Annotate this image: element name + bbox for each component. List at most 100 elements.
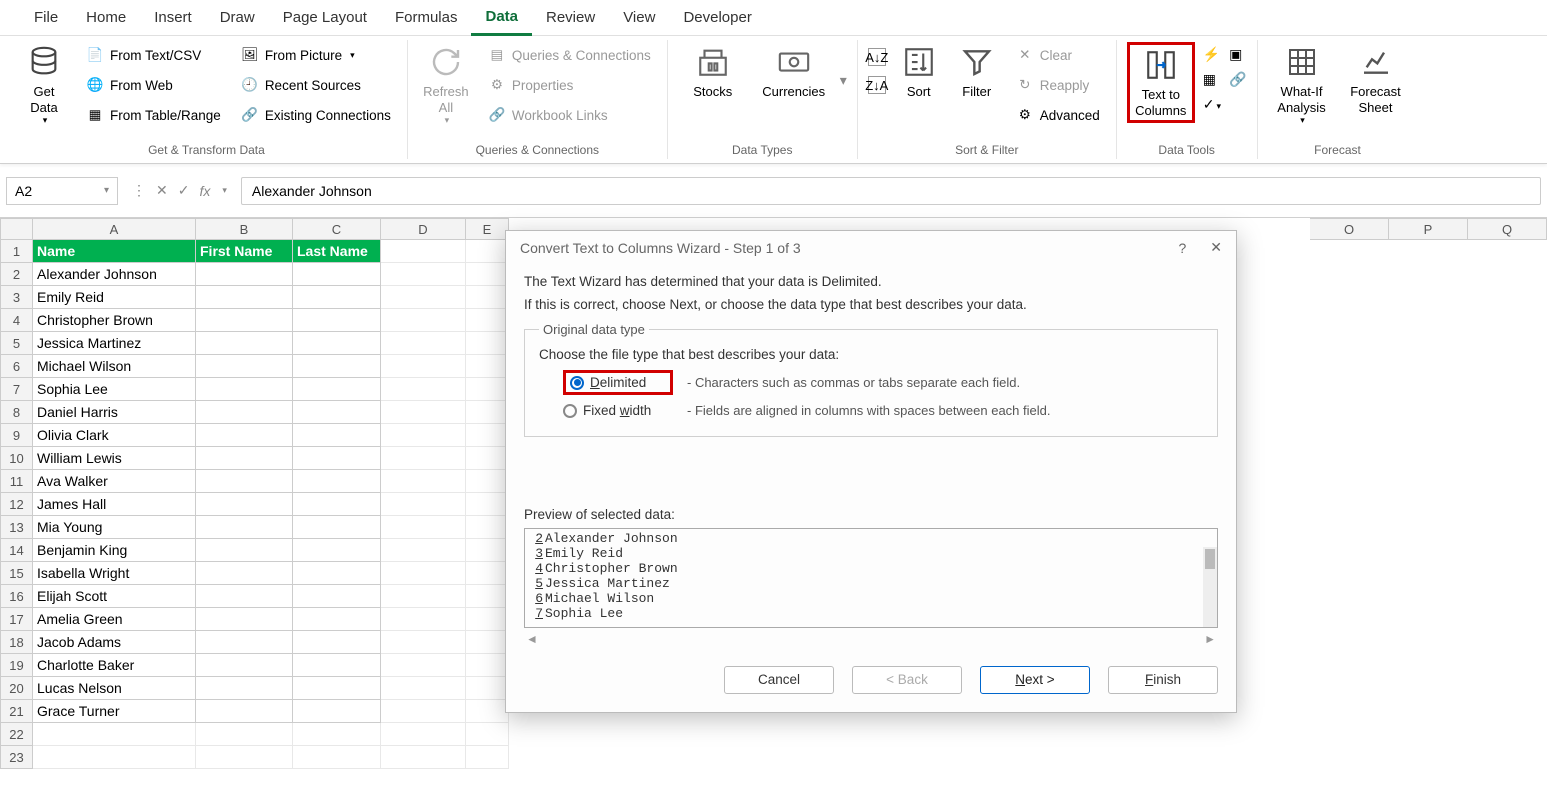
cell[interactable]: Benjamin King [33,539,196,562]
cell[interactable]: Lucas Nelson [33,677,196,700]
help-icon[interactable]: ? [1178,240,1186,256]
tab-view[interactable]: View [609,1,669,34]
cell[interactable] [293,309,381,332]
tab-page-layout[interactable]: Page Layout [269,1,381,34]
preview-scrollbar[interactable] [1203,547,1217,627]
cell[interactable] [466,355,509,378]
cell[interactable]: James Hall [33,493,196,516]
row-header[interactable]: 2 [0,263,33,286]
filter-button[interactable]: Filter [952,42,1002,102]
queries-connections-button[interactable]: ▤Queries & Connections [482,42,657,68]
row-header[interactable]: 1 [0,240,33,263]
cell[interactable]: Ava Walker [33,470,196,493]
workbook-links-button[interactable]: 🔗Workbook Links [482,102,657,128]
cell[interactable]: Name [33,240,196,263]
cell[interactable] [293,355,381,378]
tab-formulas[interactable]: Formulas [381,1,472,34]
tab-insert[interactable]: Insert [140,1,206,34]
row-header[interactable]: 11 [0,470,33,493]
cell[interactable] [466,263,509,286]
cell[interactable]: Christopher Brown [33,309,196,332]
advanced-button[interactable]: ⚙Advanced [1010,102,1106,128]
cell[interactable] [196,424,293,447]
cell[interactable] [466,677,509,700]
tab-file[interactable]: File [20,1,72,34]
finish-button[interactable]: Finish [1108,666,1218,694]
cell[interactable] [293,608,381,631]
cell[interactable] [196,746,293,769]
cell[interactable]: Jacob Adams [33,631,196,654]
tab-data[interactable]: Data [471,0,532,36]
cell[interactable] [196,631,293,654]
cell[interactable] [196,447,293,470]
cancel-icon[interactable]: ✕ [156,182,168,199]
select-all-corner[interactable] [0,218,33,240]
cell[interactable] [466,654,509,677]
cell[interactable] [466,447,509,470]
cell[interactable]: Amelia Green [33,608,196,631]
cell[interactable]: Alexander Johnson [33,263,196,286]
remove-dup-icon[interactable]: ▦ [1203,71,1221,88]
cell[interactable] [293,332,381,355]
text-to-columns-button[interactable]: Text to Columns [1127,42,1195,123]
row-header[interactable]: 12 [0,493,33,516]
data-validation-icon[interactable]: ✓▾ [1203,96,1221,113]
cell[interactable] [381,286,466,309]
cell[interactable] [293,677,381,700]
get-data-button[interactable]: Get Data▾ [16,42,72,128]
row-header[interactable]: 14 [0,539,33,562]
cell[interactable] [293,585,381,608]
cell[interactable] [33,746,196,769]
cell[interactable] [466,723,509,746]
cell[interactable] [381,677,466,700]
cell[interactable] [381,516,466,539]
cell[interactable] [381,654,466,677]
cell[interactable] [293,493,381,516]
cell[interactable] [196,286,293,309]
cell[interactable]: Michael Wilson [33,355,196,378]
cell[interactable]: Mia Young [33,516,196,539]
col-header-p[interactable]: P [1389,218,1468,240]
cell[interactable]: Daniel Harris [33,401,196,424]
cell[interactable] [196,539,293,562]
cell[interactable] [196,700,293,723]
cell[interactable] [381,746,466,769]
cell[interactable] [196,470,293,493]
cell[interactable] [381,562,466,585]
flash-fill-icon[interactable]: ⚡ [1203,46,1221,63]
cell[interactable] [381,493,466,516]
cell[interactable] [196,309,293,332]
tab-developer[interactable]: Developer [669,1,765,34]
reapply-button[interactable]: ↻Reapply [1010,72,1106,98]
cell[interactable]: Emily Reid [33,286,196,309]
cell[interactable] [293,654,381,677]
row-header[interactable]: 4 [0,309,33,332]
sort-button[interactable]: Sort [894,42,944,102]
row-header[interactable]: 8 [0,401,33,424]
tab-home[interactable]: Home [72,1,140,34]
cell[interactable] [293,447,381,470]
chevron-down-icon[interactable]: ▾ [104,185,109,196]
properties-button[interactable]: ⚙Properties [482,72,657,98]
cell[interactable] [196,723,293,746]
recent-sources-button[interactable]: 🕘Recent Sources [235,72,397,98]
cell[interactable]: Elijah Scott [33,585,196,608]
fx-icon[interactable]: fx [199,183,210,199]
cell[interactable] [466,608,509,631]
cell[interactable] [466,332,509,355]
cell[interactable] [466,700,509,723]
col-header-q[interactable]: Q [1468,218,1547,240]
cell[interactable] [466,516,509,539]
row-header[interactable]: 7 [0,378,33,401]
cell[interactable]: Last Name [293,240,381,263]
cell[interactable] [381,723,466,746]
cell[interactable] [196,378,293,401]
sort-desc-button[interactable]: Z↓A [868,76,886,94]
cell[interactable]: William Lewis [33,447,196,470]
cell[interactable] [466,746,509,769]
scroll-left-icon[interactable]: ◄ [526,632,538,646]
cell[interactable] [466,286,509,309]
cell[interactable] [293,631,381,654]
cell[interactable] [293,286,381,309]
row-header[interactable]: 21 [0,700,33,723]
